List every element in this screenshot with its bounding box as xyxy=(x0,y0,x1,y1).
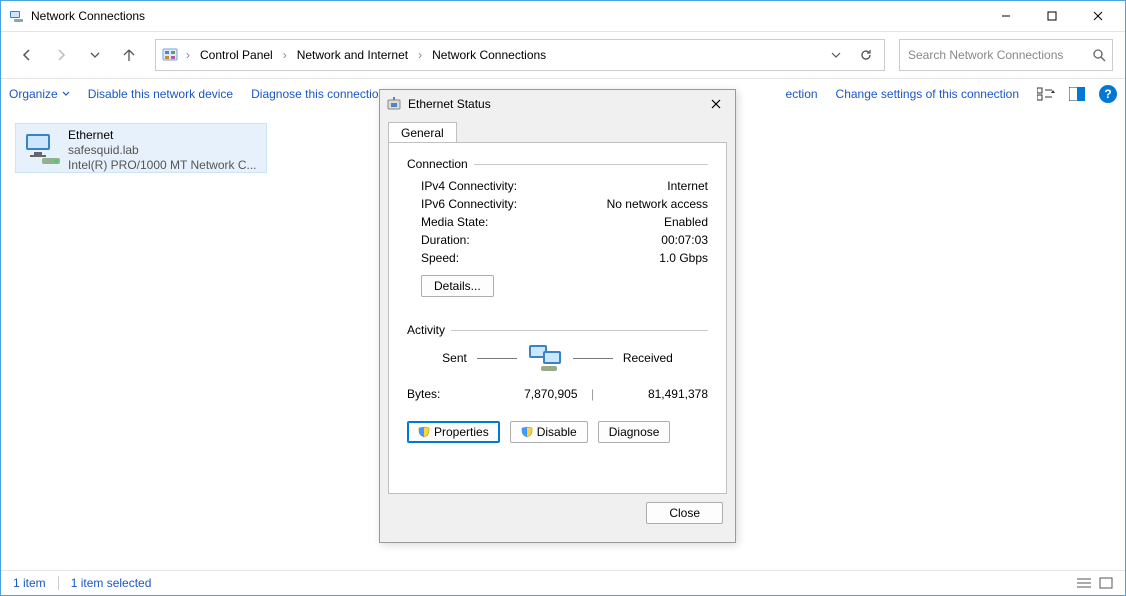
up-button[interactable] xyxy=(115,41,143,69)
window-title: Network Connections xyxy=(31,9,145,23)
tab-general[interactable]: General xyxy=(388,122,457,143)
recent-locations-button[interactable] xyxy=(81,41,109,69)
shield-icon xyxy=(418,426,430,438)
dialog-title: Ethernet Status xyxy=(408,97,703,111)
organize-button[interactable]: Organize xyxy=(9,87,70,101)
address-bar[interactable]: › Control Panel › Network and Internet ›… xyxy=(155,39,885,71)
search-box[interactable] xyxy=(899,39,1113,71)
media-state-value: Enabled xyxy=(664,215,708,229)
titlebar: Network Connections xyxy=(1,1,1125,32)
group-connection-label: Connection xyxy=(407,157,468,171)
forward-button[interactable] xyxy=(47,41,75,69)
breadcrumb-separator-icon[interactable]: › xyxy=(281,48,289,62)
activity-computers-icon xyxy=(527,343,563,373)
shield-icon xyxy=(521,426,533,438)
status-item-count: 1 item xyxy=(13,576,46,590)
ethernet-adapter-icon xyxy=(22,128,62,168)
tab-strip: General xyxy=(380,118,735,142)
explorer-window: Network Connections › Control Panel › Ne… xyxy=(0,0,1126,596)
back-button[interactable] xyxy=(13,41,41,69)
dialog-titlebar[interactable]: Ethernet Status xyxy=(380,90,735,118)
disable-label: Disable xyxy=(537,425,577,439)
close-button[interactable]: Close xyxy=(646,502,723,524)
properties-button[interactable]: Properties xyxy=(407,421,500,443)
status-bar: 1 item 1 item selected xyxy=(1,570,1125,595)
minimize-button[interactable] xyxy=(983,1,1029,31)
breadcrumb-separator-icon[interactable]: › xyxy=(184,48,192,62)
address-dropdown-button[interactable] xyxy=(824,43,848,67)
breadcrumb-network-internet[interactable]: Network and Internet xyxy=(295,46,410,64)
speed-label: Speed: xyxy=(421,251,459,265)
speed-value: 1.0 Gbps xyxy=(659,251,708,265)
preview-pane-button[interactable] xyxy=(1069,87,1085,101)
network-connections-icon xyxy=(9,8,25,24)
large-icons-view-button[interactable] xyxy=(1099,577,1113,589)
activity-header: Sent Received xyxy=(407,343,708,373)
group-activity-label: Activity xyxy=(407,323,445,337)
adapter-domain: safesquid.lab xyxy=(68,143,257,158)
ipv4-value: Internet xyxy=(667,179,708,193)
media-state-label: Media State: xyxy=(421,215,488,229)
breadcrumb-control-panel[interactable]: Control Panel xyxy=(198,46,275,64)
duration-value: 00:07:03 xyxy=(661,233,708,247)
bytes-sent-value: 7,870,905 xyxy=(477,387,578,401)
control-panel-icon xyxy=(162,47,178,63)
ethernet-icon xyxy=(386,96,402,112)
ipv6-label: IPv6 Connectivity: xyxy=(421,197,517,211)
divider xyxy=(58,576,59,590)
adapter-device: Intel(R) PRO/1000 MT Network C... xyxy=(68,158,257,173)
nav-row: › Control Panel › Network and Internet ›… xyxy=(1,32,1125,78)
properties-label: Properties xyxy=(434,425,489,439)
status-selected-count: 1 item selected xyxy=(71,576,152,590)
ipv6-value: No network access xyxy=(607,197,708,211)
adapter-item-ethernet[interactable]: Ethernet safesquid.lab Intel(R) PRO/1000… xyxy=(15,123,267,173)
view-options-button[interactable] xyxy=(1037,87,1055,101)
sent-label: Sent xyxy=(442,351,467,365)
search-input[interactable] xyxy=(906,47,1092,63)
disable-device-button[interactable]: Disable this network device xyxy=(88,87,233,101)
breadcrumb-network-connections[interactable]: Network Connections xyxy=(430,46,548,64)
bytes-label: Bytes: xyxy=(407,387,477,401)
details-view-button[interactable] xyxy=(1077,577,1091,589)
maximize-button[interactable] xyxy=(1029,1,1075,31)
duration-label: Duration: xyxy=(421,233,470,247)
close-window-button[interactable] xyxy=(1075,1,1121,31)
disable-button[interactable]: Disable xyxy=(510,421,588,443)
diagnose-button[interactable]: Diagnose xyxy=(598,421,671,443)
change-settings-button[interactable]: Change settings of this connection xyxy=(836,87,1019,101)
bytes-received-value: 81,491,378 xyxy=(608,387,709,401)
rename-connection-button-tail[interactable]: ection xyxy=(786,87,818,101)
tab-page-general: Connection IPv4 Connectivity: Internet IP… xyxy=(388,142,727,494)
search-icon[interactable] xyxy=(1092,48,1106,62)
received-label: Received xyxy=(623,351,673,365)
diagnose-connection-button[interactable]: Diagnose this connection xyxy=(251,87,385,101)
details-button[interactable]: Details... xyxy=(421,275,494,297)
bytes-divider: | xyxy=(578,387,608,401)
ipv4-label: IPv4 Connectivity: xyxy=(421,179,517,193)
chevron-down-icon xyxy=(62,90,70,98)
organize-label: Organize xyxy=(9,87,58,101)
breadcrumb-separator-icon[interactable]: › xyxy=(416,48,424,62)
ethernet-status-dialog: Ethernet Status General Connection IPv4 … xyxy=(379,89,736,543)
adapter-name: Ethernet xyxy=(68,128,257,143)
help-button[interactable]: ? xyxy=(1099,85,1117,103)
dialog-close-button[interactable] xyxy=(703,93,729,115)
refresh-button[interactable] xyxy=(854,43,878,67)
